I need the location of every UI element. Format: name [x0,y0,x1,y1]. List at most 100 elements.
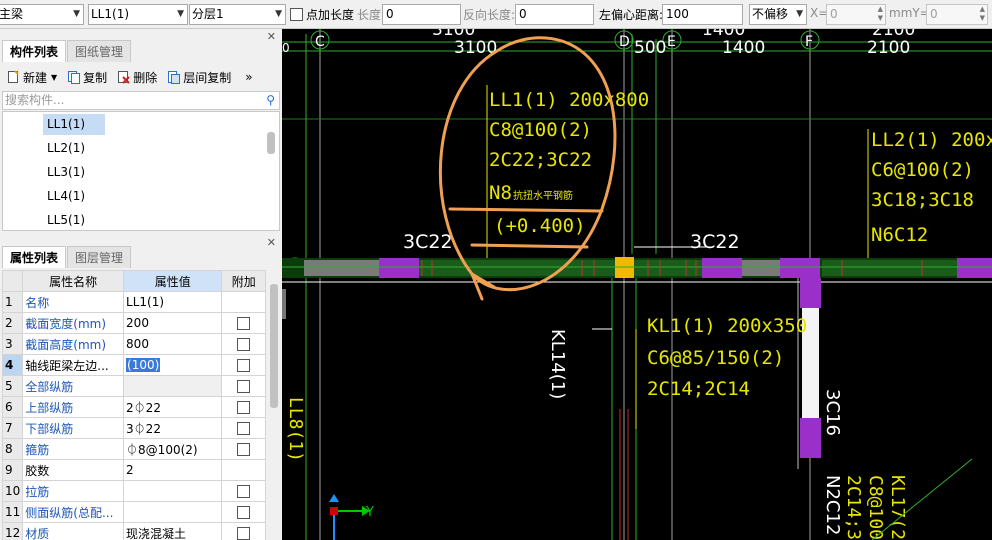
copy-button[interactable]: 复制 [62,66,112,88]
ll2-label-line1: LL2(1) 200x800 [871,129,992,151]
selected-value-text[interactable]: (100) [126,358,161,372]
table-row[interactable]: 2 截面宽度(mm) 200 [1,312,266,334]
property-name: 材质 [22,522,125,540]
add-checkbox[interactable] [237,380,251,393]
table-row[interactable]: 9 胶数 2 [1,459,266,481]
list-item[interactable]: LL4(1) [43,186,105,207]
delete-button[interactable]: 删除 [112,66,162,88]
add-checkbox[interactable] [237,485,251,498]
ll1-label-line5: (+0.400) [494,215,586,237]
left-offset-input[interactable]: 100 [662,4,743,25]
reverse-length-input[interactable]: 0 [515,4,594,25]
more-actions-button[interactable]: » [240,66,257,88]
chevron-down-icon: ▼ [275,9,282,19]
add-checkbox[interactable] [237,527,251,540]
header-name: 属性名称 [22,270,125,292]
property-name: 胶数 [22,459,125,481]
x-coordinate-input[interactable]: 0 ▲ ▼ [826,4,886,25]
new-button[interactable]: 新建 ▼ [2,66,62,88]
axis-label-e: E [667,34,676,50]
kl1-label-line1: KL1(1) 200x350 [647,315,807,337]
property-name: 截面宽度(mm) [22,312,125,334]
add-checkbox[interactable] [237,401,251,414]
label-n2c12: N2C12 [822,475,843,535]
component-type-value: 主梁 [0,7,24,21]
property-value[interactable]: 现浇混凝土 [123,522,223,540]
tab-property-list[interactable]: 属性列表 [2,246,67,268]
property-value[interactable] [123,480,223,502]
spinner-icon[interactable]: ▲ ▼ [878,5,883,23]
property-value[interactable]: 2⏀22 [123,396,223,418]
close-icon[interactable]: ✕ [267,30,276,43]
table-row[interactable]: 1 名称 LL1(1) [1,291,266,313]
spinner-icon[interactable]: ▲ ▼ [980,5,985,23]
table-row[interactable]: 8 箍筋 ⏀8@100(2) [1,438,266,460]
property-scrollbar-track[interactable] [268,270,279,540]
dim-partial-1400: 1400 [702,29,745,40]
table-row[interactable]: 5 全部纵筋 [1,375,266,397]
kl1-label-line2: C6@85/150(2) [647,347,784,369]
tab-component-list[interactable]: 构件列表 [2,40,67,62]
table-row[interactable]: 7 下部纵筋 3⏀22 [1,417,266,439]
table-row[interactable]: 10 拉筋 [1,480,266,502]
table-row[interactable]: 6 上部纵筋 2⏀22 [1,396,266,418]
component-search-input[interactable]: 搜索构件... ⚲ [2,91,280,110]
component-type-select[interactable]: 主梁 ▼ [0,4,84,25]
axis-label-c: C [315,34,325,50]
property-name: 箍筋 [22,438,125,460]
copy-icon [67,70,81,84]
close-icon[interactable]: ✕ [267,236,276,249]
component-select[interactable]: LL1(1) ▼ [88,4,188,25]
layer-copy-button[interactable]: 层间复制 [162,66,236,88]
length-input[interactable]: 0 [382,4,461,25]
table-row[interactable]: 11 侧面纵筋(总配... [1,501,266,523]
property-scrollbar[interactable] [270,284,278,408]
delete-icon [117,70,130,84]
property-value[interactable]: 2 [123,459,223,481]
add-checkbox[interactable] [237,506,251,519]
tab-layer-management[interactable]: 图层管理 [67,246,132,268]
tab-drawing-management[interactable]: 图纸管理 [67,40,132,62]
point-length-checkbox[interactable] [290,8,303,21]
property-value[interactable]: 3⏀22 [123,417,223,439]
list-scrollbar[interactable] [267,132,275,154]
ucs-y-label: Y [365,505,374,520]
offset-mode-select[interactable]: 不偏移 ▼ [749,4,807,25]
property-value[interactable] [123,375,223,397]
add-checkbox[interactable] [237,338,251,351]
y-coordinate-input[interactable]: 0 ▲ ▼ [926,4,988,25]
property-value[interactable]: 200 [123,312,223,334]
cad-canvas[interactable]: C D E F 1 0 3100 500 1400 2100 3100 1400… [282,29,992,540]
list-item[interactable]: LL5(1) [43,210,105,231]
wall-f[interactable] [797,278,821,469]
list-item[interactable]: LL2(1) [43,138,105,159]
layer-select[interactable]: 分层1 ▼ [189,4,286,25]
property-value-editing[interactable]: (100) [123,354,223,376]
table-row-selected[interactable]: 4 轴线距梁左边... (100) [1,354,266,376]
table-row[interactable]: 12 材质 现浇混凝土 [1,522,266,540]
property-value[interactable]: LL1(1) [123,291,223,313]
add-checkbox[interactable] [237,359,251,372]
property-value[interactable]: 800 [123,333,223,355]
label-ll8: LL8(1) [285,397,306,462]
search-placeholder: 搜索构件... [5,93,65,107]
dim-500: 500 [634,38,666,58]
left-offset-label: 左偏心距离: [599,8,664,22]
add-checkbox[interactable] [237,422,251,435]
table-row[interactable]: 3 截面高度(mm) 800 [1,333,266,355]
list-item[interactable]: LL1(1) [43,114,105,135]
beam-ll1[interactable] [282,257,992,283]
property-value[interactable]: ⏀8@100(2) [123,438,223,460]
property-value[interactable] [123,501,223,523]
ucs-icon: Y [329,494,374,540]
drawing-svg[interactable]: C D E F 1 0 3100 500 1400 2100 3100 1400… [282,29,992,540]
splitter-handle[interactable] [282,289,286,319]
list-item[interactable]: LL3(1) [43,162,105,183]
add-checkbox[interactable] [237,317,251,330]
component-panel-tabs: 构件列表 图纸管理 [2,40,132,64]
layer-copy-icon [167,70,181,84]
search-icon[interactable]: ⚲ [266,92,275,109]
label-kl17-3: 2C14;3C1 [843,475,864,540]
add-checkbox[interactable] [237,443,251,456]
property-name: 上部纵筋 [22,396,125,418]
